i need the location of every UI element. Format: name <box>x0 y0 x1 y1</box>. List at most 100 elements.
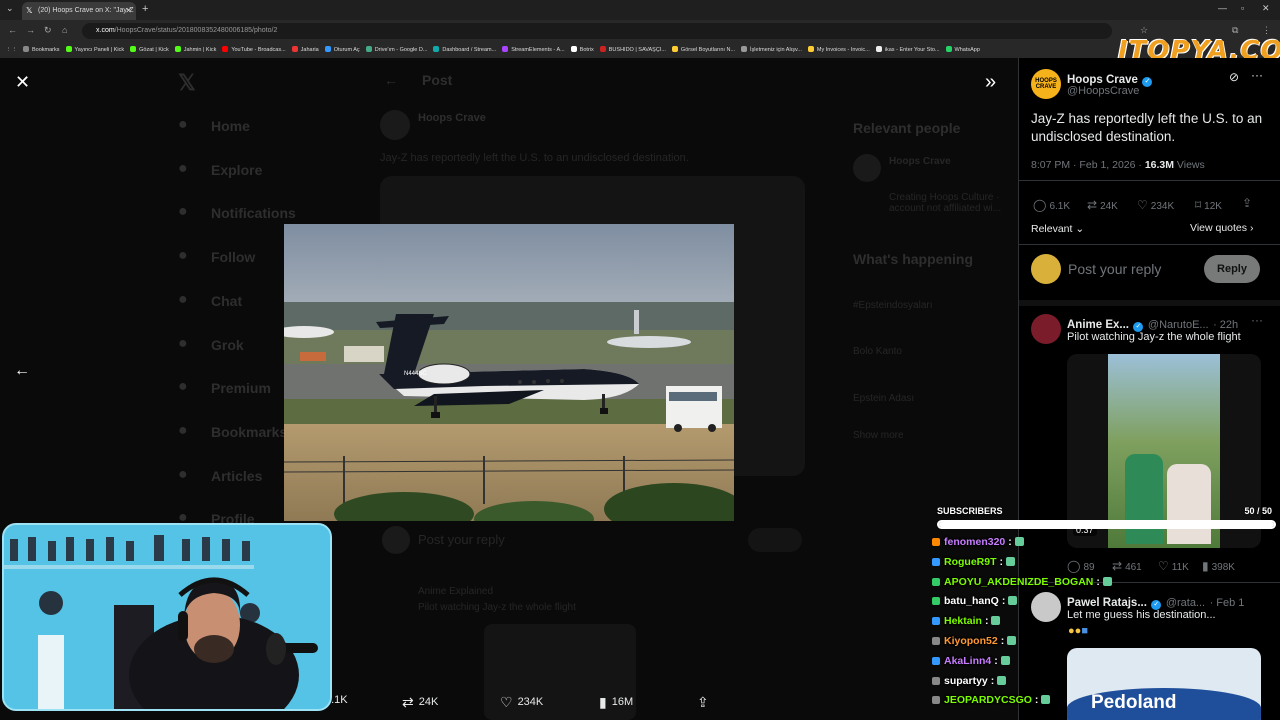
bg-nav-item: Grok <box>211 336 244 353</box>
subscribers-widget: SUBSCRIBERS 50 / 50 <box>937 506 1276 529</box>
tweet-views-label: Views <box>1174 159 1205 171</box>
minimize-icon[interactable]: — <box>1218 3 1227 13</box>
jet-photo-image: N444SC <box>284 224 734 521</box>
bg-nav-icon: ● <box>178 247 188 265</box>
reply-input[interactable]: Post your reply <box>1068 261 1161 277</box>
reply-2-name[interactable]: Pawel Ratajs... <box>1067 597 1147 609</box>
maximize-icon[interactable]: ▫ <box>1241 3 1244 13</box>
menu-icon[interactable]: ⋮ <box>1262 25 1271 36</box>
share-action[interactable]: ⇪ <box>1242 196 1255 210</box>
bg-header: Post <box>422 72 453 88</box>
repost-icon: ⇄ <box>1087 198 1098 212</box>
extensions-icon[interactable]: ⧉ <box>1232 25 1238 36</box>
reload-icon[interactable]: ↻ <box>44 25 52 36</box>
like-action[interactable]: ♡ 234K <box>1137 198 1174 212</box>
reply-1-avatar[interactable] <box>1031 314 1061 344</box>
forward-icon[interactable]: → <box>26 25 35 35</box>
close-window-icon[interactable]: ✕ <box>1262 3 1270 14</box>
home-icon[interactable]: ⌂ <box>62 25 67 35</box>
close-icon[interactable]: ✕ <box>15 72 30 93</box>
grok-icon[interactable]: ⊘ <box>1229 70 1239 84</box>
chat-badge-icon <box>932 617 940 626</box>
repost-action[interactable]: ⇄ 24K <box>1087 198 1118 212</box>
url-field[interactable]: x.com/HoopsCrave/status/2018008352480006… <box>82 23 1112 39</box>
x-logo-icon: 𝕏 <box>178 70 196 95</box>
bg-nav-icon: ● <box>178 334 188 352</box>
reply-1-text: Pilot watching Jay-z the whole flight <box>1067 331 1241 343</box>
bg-reply-avatar <box>382 526 410 554</box>
bg-nav-item: Bookmarks <box>211 423 288 440</box>
current-user-avatar <box>1031 254 1061 284</box>
bookmark-item[interactable]: YouTube - Broadcas... <box>222 46 286 53</box>
bookmark-favicon-icon <box>502 46 509 52</box>
reply-2-image[interactable]: Pedoland <box>1067 648 1261 720</box>
chat-separator: : <box>994 654 998 667</box>
reply-1-replies[interactable]: ◯ 89 <box>1067 559 1095 573</box>
overlay-likes[interactable]: ♡ 234K <box>500 694 543 711</box>
bookmark-item[interactable]: WhatsApp <box>945 46 980 53</box>
author-handle[interactable]: @HoopsCrave <box>1067 85 1139 97</box>
back-icon[interactable]: ← <box>8 25 17 35</box>
bookmark-favicon-icon <box>875 46 882 52</box>
tab-title: (20) Hoops Crave on X: "Jay-Z <box>38 7 134 14</box>
bookmark-item[interactable]: ikas - Enter Your Sto... <box>875 46 940 53</box>
close-tab-icon[interactable]: ✕ <box>125 6 132 15</box>
bookmark-item[interactable]: My Invoices - Invoic... <box>807 46 870 53</box>
bookmark-item[interactable]: Botrix <box>570 46 594 53</box>
chat-message: Hektain: <box>932 615 1062 635</box>
more-options-icon[interactable]: ··· <box>1251 68 1263 82</box>
expand-panel-icon[interactable]: » <box>985 71 996 94</box>
bookmark-item[interactable]: Drive'ım - Google D... <box>365 46 428 53</box>
reply-1-more-icon[interactable]: ··· <box>1251 313 1263 327</box>
reply-action[interactable]: ◯ 6.1K <box>1033 198 1070 212</box>
chat-message: batu_hanQ: <box>932 595 1062 615</box>
tweet-photo: N444SC <box>284 224 734 521</box>
chat-separator: : <box>1000 634 1005 647</box>
browser-tab[interactable]: 𝕏 (20) Hoops Crave on X: "Jay-Z ✕ <box>22 2 136 20</box>
reply-2-text: Let me guess his destination... <box>1067 609 1216 621</box>
bookmark-item[interactable]: StreamElements - A... <box>502 46 565 53</box>
bookmark-label: Drive'ım - Google D... <box>374 47 428 53</box>
bookmark-label: StreamElements - A... <box>511 47 565 53</box>
bookmark-item[interactable]: Gözat | Kick <box>130 46 169 53</box>
overlay-reposts[interactable]: ⇄ 24K <box>402 694 438 711</box>
x-favicon-icon: 𝕏 <box>26 6 33 15</box>
reply-1-views[interactable]: ▮ 398K <box>1202 559 1235 573</box>
overlay-share[interactable]: ⇪ <box>697 694 714 711</box>
bookmark-item[interactable]: BUSHIDO | SAVAŞÇI... <box>599 46 666 53</box>
author-avatar[interactable]: HOOPS CRAVE <box>1031 69 1061 99</box>
sort-dropdown[interactable]: Relevant ⌄ <box>1031 223 1084 235</box>
previous-photo-icon[interactable]: ← <box>14 362 30 380</box>
overlay-views[interactable]: ▮ 16M <box>599 694 633 711</box>
bookmark-star-icon[interactable]: ☆ <box>1140 25 1148 36</box>
tweet-meta: 8:07 PM · Feb 1, 2026 · 16.3M Views <box>1031 159 1205 171</box>
bookmark-item[interactable]: Bookmarks <box>23 46 60 53</box>
reply-count: 6.1K <box>1049 201 1071 212</box>
subscribers-label: SUBSCRIBERS <box>937 506 1003 516</box>
reply-1-name[interactable]: Anime Ex... <box>1067 319 1129 331</box>
chat-separator: : <box>1096 575 1100 588</box>
url-path: /HoopsCrave/status/2018008352480006185/p… <box>114 27 278 34</box>
apps-grid-icon[interactable]: ⋮⋮ <box>6 47 17 53</box>
tab-list-icon[interactable]: ⌄ <box>6 3 14 14</box>
repost-icon: ⇄ <box>402 694 414 710</box>
reply-button[interactable]: Reply <box>1204 255 1260 283</box>
chat-username: APOYU_AKDENIZDE_BOGAN <box>944 575 1094 588</box>
reply-1-likes[interactable]: ♡ 11K <box>1158 559 1189 573</box>
bookmark-label: ikas - Enter Your Sto... <box>884 47 940 53</box>
tweet-time: 8:07 PM · Feb 1, 2026 · <box>1031 159 1145 171</box>
bookmark-item[interactable]: Jaharia <box>291 46 319 53</box>
bookmark-item[interactable]: Yayıncı Paneli | Kick <box>65 46 124 53</box>
bookmark-item[interactable]: Dashboard / Stream... <box>433 46 496 53</box>
bookmark-favicon-icon <box>671 46 678 52</box>
reply-1-reposts[interactable]: ⇄ 461 <box>1112 559 1142 573</box>
bookmark-action[interactable]: ⌑ 12K <box>1195 198 1222 212</box>
bookmark-item[interactable]: İşletmeniz için Alışv... <box>741 46 802 53</box>
view-quotes-link[interactable]: View quotes › <box>1190 222 1253 234</box>
bookmark-item[interactable]: Jahmin | Kick <box>174 46 216 53</box>
share-icon: ⇪ <box>697 694 709 710</box>
bg-nav-icon: ● <box>178 378 188 396</box>
new-tab-icon[interactable]: + <box>142 3 148 15</box>
bookmark-item[interactable]: Görsel Boyutlarını N... <box>671 46 735 53</box>
bookmark-item[interactable]: Oturum Aç <box>324 46 360 53</box>
